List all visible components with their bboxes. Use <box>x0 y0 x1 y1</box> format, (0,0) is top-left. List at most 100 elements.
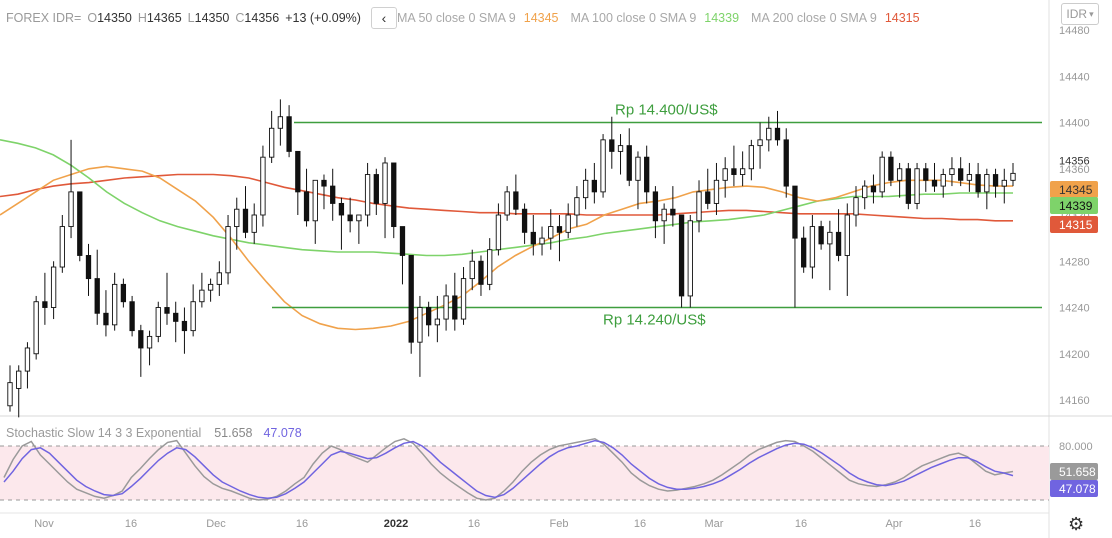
candle[interactable] <box>600 134 606 198</box>
candle[interactable] <box>42 272 48 325</box>
candle[interactable] <box>33 295 39 360</box>
candle[interactable] <box>896 162 903 198</box>
candle[interactable] <box>870 174 877 204</box>
candle[interactable] <box>155 301 161 343</box>
candle[interactable] <box>644 145 650 204</box>
candle[interactable] <box>399 226 406 285</box>
candle[interactable] <box>748 139 754 181</box>
candle[interactable] <box>103 290 109 337</box>
currency-selector[interactable]: IDR ▾ <box>1061 3 1099 25</box>
candle[interactable] <box>225 215 231 285</box>
candle[interactable] <box>408 255 414 354</box>
candle[interactable] <box>835 209 842 262</box>
candle[interactable] <box>146 330 153 366</box>
candle[interactable] <box>199 272 205 308</box>
candle[interactable] <box>364 162 371 227</box>
candle[interactable] <box>966 162 973 192</box>
candle[interactable] <box>739 151 746 187</box>
candle[interactable] <box>931 162 938 192</box>
candle[interactable] <box>181 307 188 354</box>
candle[interactable] <box>609 116 615 169</box>
candle[interactable] <box>670 186 676 227</box>
candle[interactable] <box>495 203 502 256</box>
candle[interactable] <box>696 180 702 233</box>
candle[interactable] <box>862 180 868 210</box>
candle[interactable] <box>16 365 22 418</box>
candle[interactable] <box>295 150 301 215</box>
candle[interactable] <box>591 162 598 204</box>
candle[interactable] <box>434 295 441 343</box>
candle[interactable] <box>539 226 545 256</box>
candle[interactable] <box>94 249 100 325</box>
candle[interactable] <box>635 151 641 210</box>
gear-icon[interactable]: ⚙ <box>1068 514 1084 535</box>
candle[interactable] <box>914 162 920 210</box>
candle[interactable] <box>373 168 379 215</box>
candle[interactable] <box>879 151 885 198</box>
candle[interactable] <box>50 261 57 320</box>
candle[interactable] <box>652 186 659 239</box>
candle[interactable] <box>85 243 92 296</box>
candle[interactable] <box>190 284 196 337</box>
candle[interactable] <box>574 186 580 227</box>
candle[interactable] <box>801 226 807 273</box>
candle[interactable] <box>530 215 536 256</box>
candle[interactable] <box>705 168 711 210</box>
candle[interactable] <box>626 128 632 187</box>
candle[interactable] <box>286 105 292 158</box>
stoch-label[interactable]: Stochastic Slow 14 3 3 Exponential <box>6 426 201 440</box>
candle[interactable] <box>382 157 388 239</box>
candle[interactable] <box>783 128 789 198</box>
candle[interactable] <box>164 272 170 325</box>
candle[interactable] <box>487 238 493 291</box>
candle[interactable] <box>129 295 135 337</box>
candle[interactable] <box>984 168 990 210</box>
candle[interactable] <box>923 162 929 192</box>
candle[interactable] <box>888 151 894 187</box>
candle[interactable] <box>452 272 458 331</box>
candle[interactable] <box>417 295 423 377</box>
candle[interactable] <box>460 267 467 325</box>
candle[interactable] <box>347 197 353 233</box>
candle[interactable] <box>905 162 911 210</box>
candle[interactable] <box>731 145 737 187</box>
candle[interactable] <box>513 174 519 215</box>
candle[interactable] <box>844 203 850 296</box>
candle[interactable] <box>565 203 571 239</box>
candle[interactable] <box>330 168 336 221</box>
candle[interactable] <box>687 215 693 308</box>
symbol-label[interactable]: FOREX IDR= <box>6 11 81 25</box>
candle[interactable] <box>661 203 667 244</box>
candle[interactable] <box>722 157 728 198</box>
candle[interactable] <box>469 249 475 291</box>
collapse-legend-button[interactable]: ‹ <box>370 7 397 29</box>
candle[interactable] <box>7 365 13 412</box>
candle[interactable] <box>774 110 781 146</box>
candle[interactable] <box>478 255 484 296</box>
candle[interactable] <box>251 203 257 244</box>
candle[interactable] <box>234 197 240 250</box>
candle[interactable] <box>277 99 284 146</box>
candle[interactable] <box>792 185 798 308</box>
candle[interactable] <box>59 215 65 273</box>
candle[interactable] <box>678 214 685 308</box>
candle[interactable] <box>242 186 249 239</box>
chart-canvas[interactable]: Rp 14.400/US$ Rp 14.240/US$ 14480 14440 144… <box>0 0 1112 538</box>
candle[interactable] <box>1001 168 1007 204</box>
candle[interactable] <box>138 324 144 377</box>
candle[interactable] <box>216 261 222 296</box>
candle[interactable] <box>338 197 345 250</box>
candle[interactable] <box>207 278 214 302</box>
candle[interactable] <box>68 139 74 239</box>
candle[interactable] <box>713 162 720 215</box>
candle[interactable] <box>827 220 833 291</box>
candle[interactable] <box>312 179 318 244</box>
candle[interactable] <box>260 145 266 227</box>
candle[interactable] <box>112 272 118 331</box>
candle[interactable] <box>269 110 275 163</box>
candle[interactable] <box>356 214 362 244</box>
candle[interactable] <box>818 220 824 250</box>
candle[interactable] <box>521 203 528 244</box>
candle[interactable] <box>504 186 510 221</box>
candle[interactable] <box>173 301 179 343</box>
